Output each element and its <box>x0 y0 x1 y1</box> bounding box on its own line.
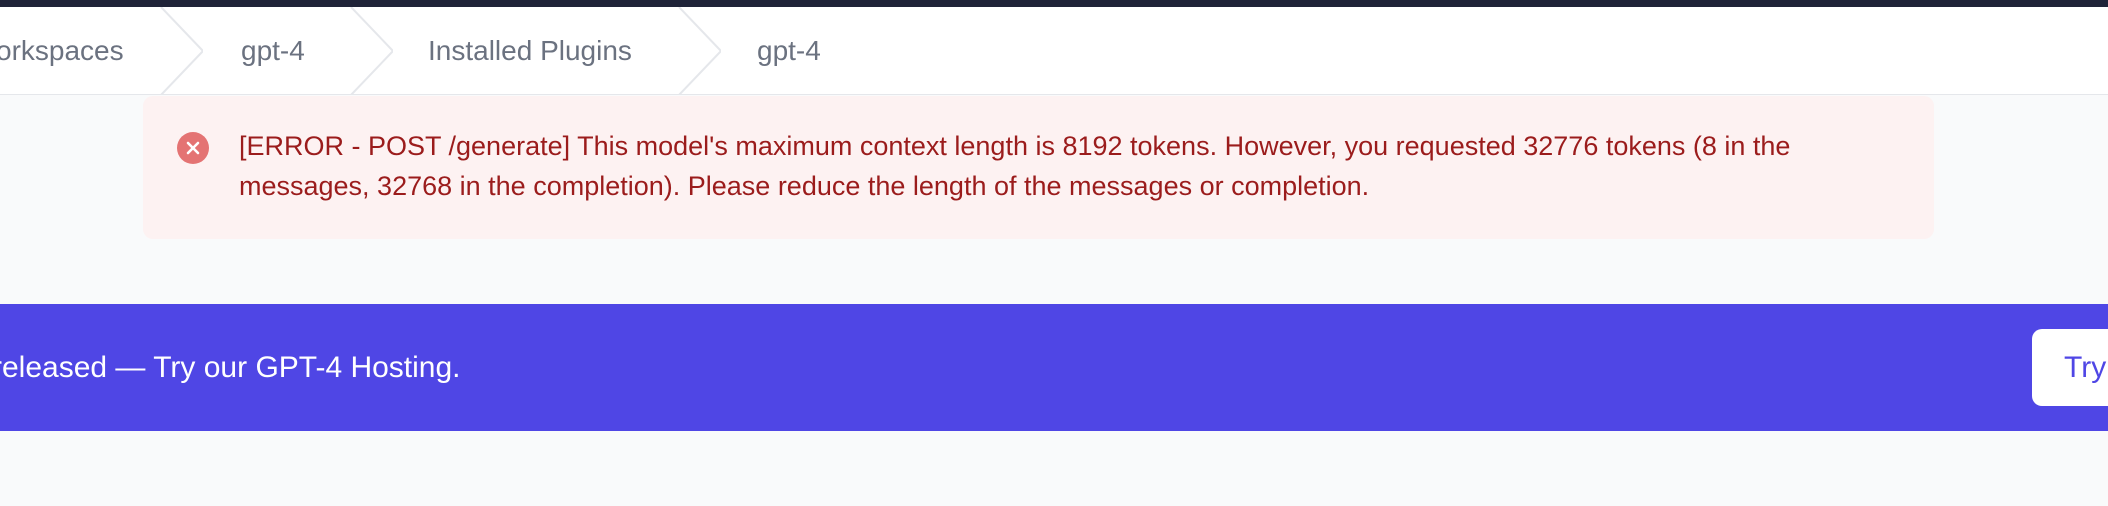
breadcrumb: orkspaces gpt-4 Installed Plugins gpt-4 <box>0 7 2108 95</box>
try-hosting-button[interactable]: Try <box>2032 329 2108 406</box>
breadcrumb-item-gpt-4-plugin[interactable]: gpt-4 <box>757 7 821 95</box>
breadcrumb-item-installed-plugins[interactable]: Installed Plugins <box>428 7 632 95</box>
chevron-right-icon <box>350 7 393 95</box>
promo-banner-message: released — Try our GPT-4 Hosting. <box>0 351 461 384</box>
error-alert: [ERROR - POST /generate] This model's ma… <box>143 96 1934 239</box>
promo-banner-text: released — Try our GPT-4 Hosting. <box>0 304 461 431</box>
x-circle-icon <box>177 132 209 164</box>
chevron-right-icon <box>160 7 203 95</box>
error-message: [ERROR - POST /generate] This model's ma… <box>239 131 1791 201</box>
top-dark-strip <box>0 0 2108 7</box>
promo-banner: released — Try our GPT-4 Hosting. Try <box>0 304 2108 431</box>
breadcrumb-item-gpt-4-workspace[interactable]: gpt-4 <box>241 7 305 95</box>
breadcrumb-item-workspaces[interactable]: orkspaces <box>0 7 124 95</box>
chevron-right-icon <box>678 7 721 95</box>
